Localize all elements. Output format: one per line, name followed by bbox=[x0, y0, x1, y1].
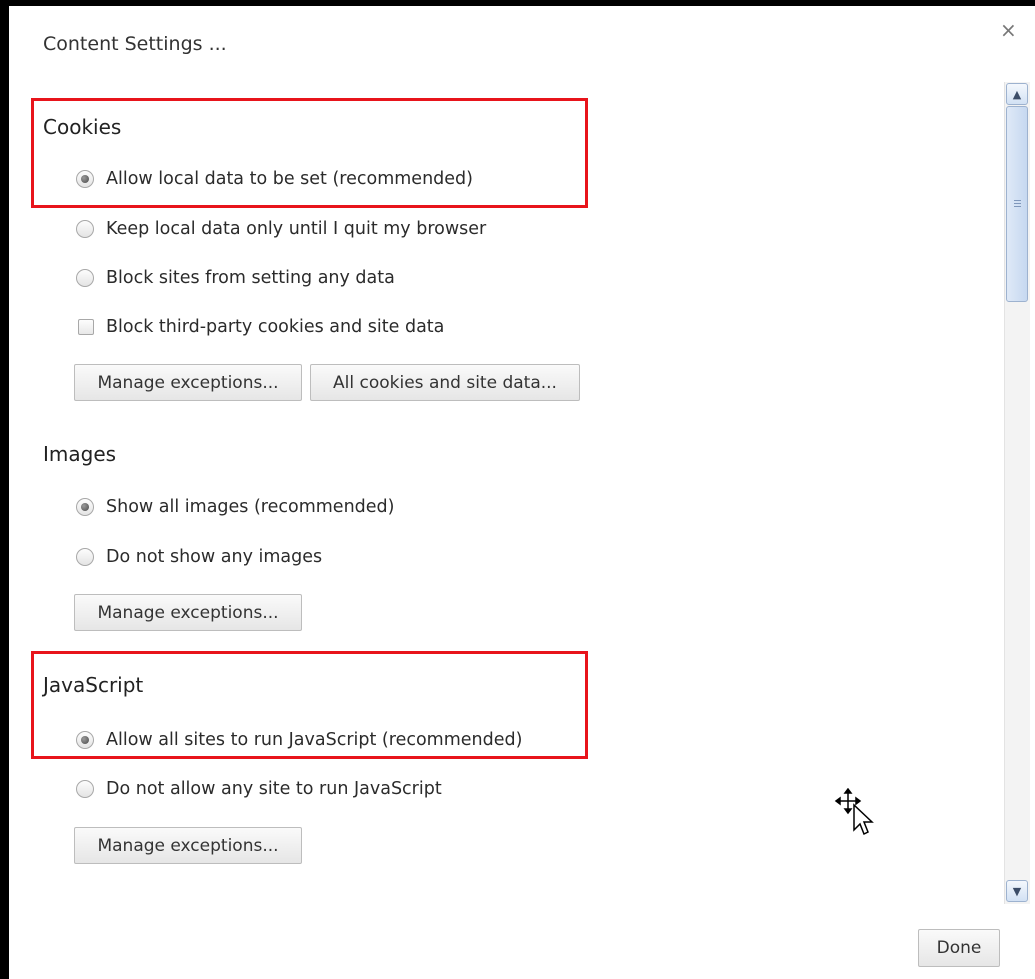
scroll-down-arrow-icon[interactable]: ▼ bbox=[1006, 880, 1028, 902]
option-label: Do not show any images bbox=[106, 547, 323, 567]
scrollbar-thumb[interactable] bbox=[1006, 106, 1028, 302]
cookies-keep-until-quit-option[interactable]: Keep local data only until I quit my bro… bbox=[76, 217, 486, 241]
scrollbar-grip-icon bbox=[1014, 200, 1021, 207]
option-label: Block sites from setting any data bbox=[106, 268, 395, 288]
option-label: Block third-party cookies and site data bbox=[106, 317, 445, 337]
dialog-title: Content Settings ... bbox=[43, 33, 227, 55]
cookies-highlight-box bbox=[31, 98, 588, 208]
images-show-all-option[interactable]: Show all images (recommended) bbox=[76, 495, 394, 519]
option-label: Show all images (recommended) bbox=[106, 497, 395, 517]
radio-button[interactable] bbox=[76, 548, 94, 566]
radio-button[interactable] bbox=[76, 780, 94, 798]
window-frame-top bbox=[0, 0, 1035, 6]
option-label: Do not allow any site to run JavaScript bbox=[106, 779, 442, 799]
javascript-do-not-allow-option[interactable]: Do not allow any site to run JavaScript bbox=[76, 777, 442, 801]
javascript-highlight-box bbox=[31, 651, 588, 759]
option-label: Keep local data only until I quit my bro… bbox=[106, 219, 487, 239]
scroll-up-arrow-icon[interactable]: ▲ bbox=[1006, 83, 1028, 105]
radio-button[interactable] bbox=[76, 498, 94, 516]
checkbox[interactable] bbox=[78, 319, 94, 335]
images-do-not-show-option[interactable]: Do not show any images bbox=[76, 545, 322, 569]
move-cursor-icon bbox=[834, 788, 874, 836]
cookies-manage-exceptions-button[interactable]: Manage exceptions... bbox=[74, 364, 302, 401]
close-icon[interactable]: × bbox=[1000, 20, 1017, 40]
all-cookies-and-site-data-button[interactable]: All cookies and site data... bbox=[310, 364, 580, 401]
radio-button[interactable] bbox=[76, 220, 94, 238]
radio-button[interactable] bbox=[76, 269, 94, 287]
cookies-block-sites-option[interactable]: Block sites from setting any data bbox=[76, 266, 395, 290]
images-manage-exceptions-button[interactable]: Manage exceptions... bbox=[74, 594, 302, 631]
window-frame-left bbox=[0, 0, 9, 979]
done-button[interactable]: Done bbox=[918, 929, 1000, 967]
images-section-title: Images bbox=[43, 442, 117, 466]
javascript-manage-exceptions-button[interactable]: Manage exceptions... bbox=[74, 827, 302, 864]
block-third-party-cookies-option[interactable]: Block third-party cookies and site data bbox=[76, 315, 444, 339]
